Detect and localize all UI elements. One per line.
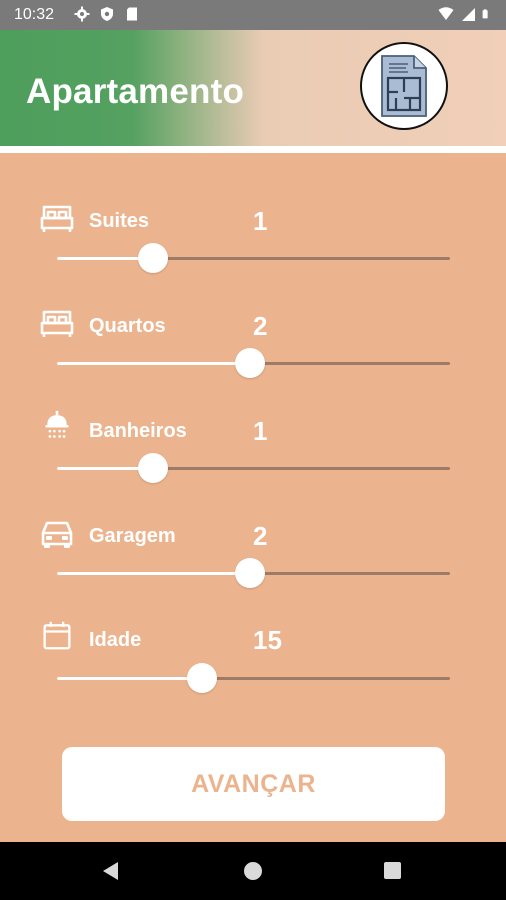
- page-title: Apartamento: [26, 72, 245, 111]
- field-row-quartos: Quartos 2: [0, 303, 506, 403]
- app-header: Apartamento: [0, 30, 506, 146]
- bed-icon: [40, 310, 74, 337]
- field-value: 2: [253, 311, 268, 341]
- shower-icon: [45, 410, 69, 438]
- slider-garagem[interactable]: [57, 558, 450, 588]
- logo: [360, 42, 448, 130]
- car-icon: [41, 521, 73, 548]
- slider-suites[interactable]: [57, 243, 450, 273]
- field-row-garagem: Garagem 2: [0, 513, 506, 613]
- back-icon[interactable]: [101, 861, 121, 881]
- shield-icon: [101, 7, 113, 21]
- slider-thumb[interactable]: [187, 663, 218, 693]
- field-label: Quartos: [89, 315, 166, 337]
- slider-thumb[interactable]: [137, 453, 168, 483]
- slider-thumb[interactable]: [235, 558, 266, 588]
- slider-idade[interactable]: [57, 663, 450, 693]
- field-value: 2: [253, 521, 268, 551]
- field-value: 1: [253, 206, 268, 236]
- field-label: Idade: [89, 629, 142, 651]
- recent-apps-icon[interactable]: [384, 862, 401, 879]
- slider-thumb[interactable]: [137, 243, 168, 273]
- slider-quartos[interactable]: [57, 348, 450, 378]
- slider-thumb[interactable]: [235, 348, 266, 378]
- field-row-idade: Idade 15: [0, 618, 506, 718]
- status-bar: 10:32: [0, 0, 506, 30]
- field-row-suites: Suites 1: [0, 198, 506, 298]
- form-content: Suites 1 Quartos 2 Banheiros 1 Garagem 2…: [0, 153, 506, 842]
- bed-icon: [40, 205, 74, 232]
- header-divider: [0, 146, 506, 153]
- status-icons-left: [74, 6, 140, 22]
- nav-bar: [0, 842, 506, 900]
- status-time: 10:32: [14, 6, 55, 23]
- slider-fill: [57, 362, 251, 365]
- field-label: Banheiros: [89, 420, 187, 442]
- advance-button[interactable]: AVANÇAR: [62, 747, 445, 821]
- slider-banheiros[interactable]: [57, 453, 450, 483]
- status-icons-right: [438, 6, 492, 22]
- slider-fill: [57, 677, 203, 680]
- sd-card-icon: [127, 7, 137, 21]
- signal-icon: [462, 8, 475, 21]
- field-row-banheiros: Banheiros 1: [0, 408, 506, 508]
- calendar-icon: [43, 621, 71, 650]
- field-value: 15: [253, 625, 282, 655]
- home-icon[interactable]: [244, 862, 262, 880]
- wifi-icon: [438, 7, 454, 20]
- field-value: 1: [253, 416, 268, 446]
- floor-plan-icon: [381, 55, 427, 117]
- field-label: Garagem: [89, 525, 176, 547]
- gear-icon: [74, 6, 90, 22]
- field-label: Suites: [89, 210, 150, 232]
- slider-fill: [57, 572, 251, 575]
- battery-icon: [482, 9, 488, 19]
